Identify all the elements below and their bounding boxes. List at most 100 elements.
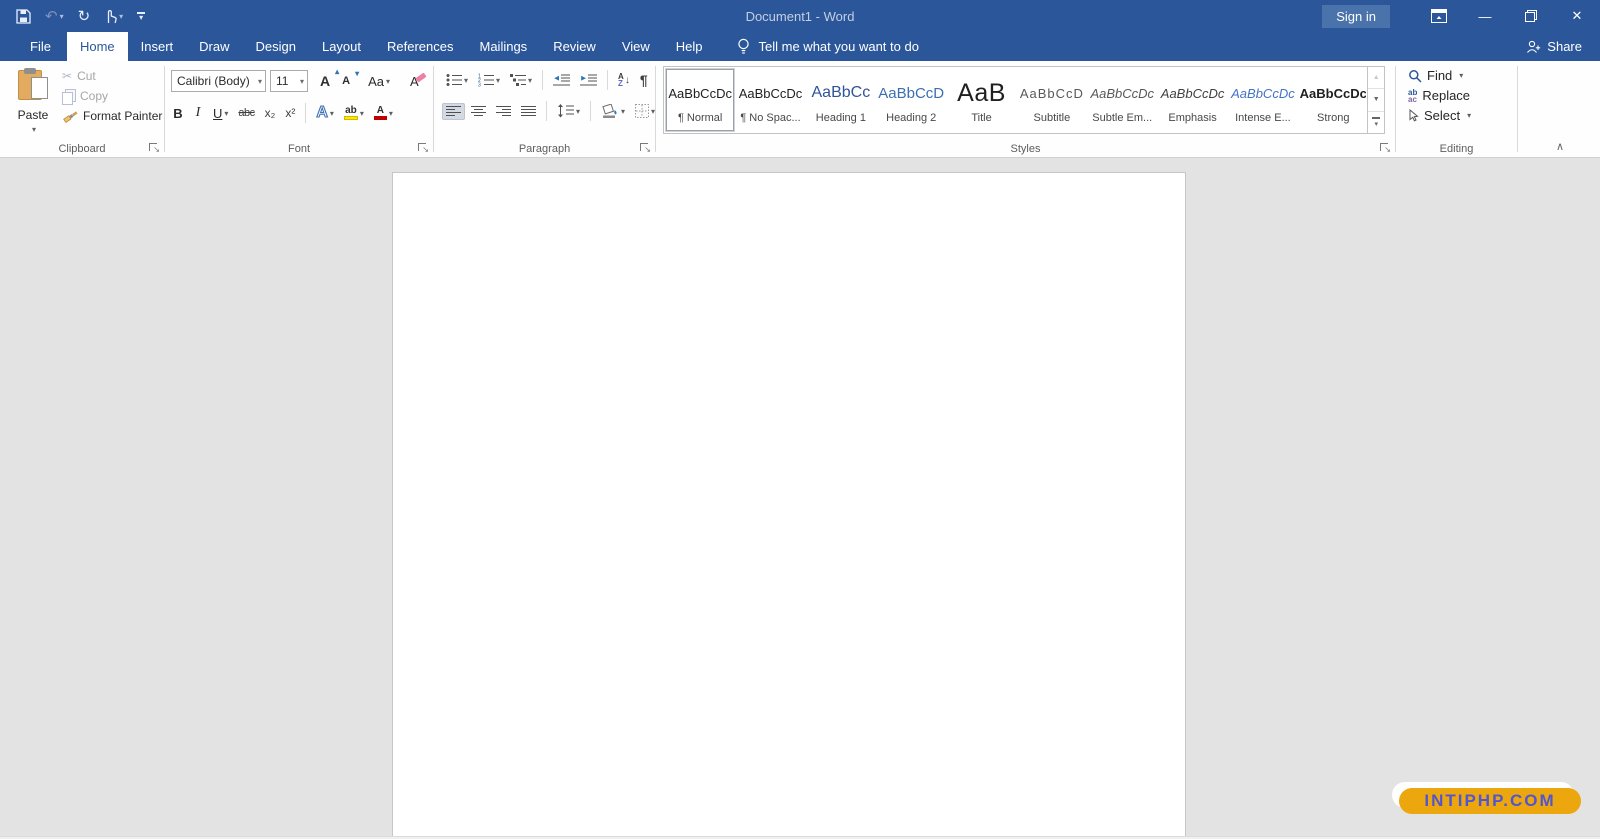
numbering-icon: 123 <box>478 73 495 87</box>
bullets-button[interactable]: ▾ <box>442 70 472 90</box>
tab-mailings[interactable]: Mailings <box>467 32 541 61</box>
justify-button[interactable] <box>517 103 540 120</box>
replace-button[interactable]: ab ac Replace <box>1408 88 1471 103</box>
minimize-button[interactable]: — <box>1462 0 1508 32</box>
undo-caret-icon: ▾ <box>59 11 64 21</box>
align-center-button[interactable] <box>467 103 490 120</box>
font-size-caret-icon: ▾ <box>299 76 304 86</box>
superscript-button[interactable]: x² <box>281 103 299 123</box>
italic-button[interactable]: I <box>189 102 207 124</box>
font-dialog-launcher[interactable]: ↘ <box>417 142 429 154</box>
separator <box>305 103 307 123</box>
touch-mode-icon <box>108 10 117 24</box>
paragraph-group-label: Paragraph <box>518 143 571 155</box>
tab-help[interactable]: Help <box>663 32 716 61</box>
tab-review[interactable]: Review <box>540 32 609 61</box>
align-left-button[interactable] <box>442 102 465 120</box>
style-strong[interactable]: AaBbCcDc Strong <box>1299 69 1367 131</box>
subscript-button[interactable]: x₂ <box>261 103 280 123</box>
format-painter-button[interactable]: Format Painter <box>62 109 162 123</box>
show-hide-formatting-button[interactable]: ¶ <box>636 69 652 91</box>
tab-draw[interactable]: Draw <box>186 32 242 61</box>
style-heading-2[interactable]: AaBbCcD Heading 2 <box>877 69 945 131</box>
redo-button[interactable]: ↻ <box>78 7 91 25</box>
scissors-icon: ✂ <box>62 69 73 83</box>
underline-caret-icon: ▾ <box>224 108 229 118</box>
align-right-button[interactable] <box>492 103 515 120</box>
select-button[interactable]: Select ▾ <box>1408 108 1471 123</box>
increase-font-size-button[interactable]: A ▴ <box>316 67 339 92</box>
paragraph-dialog-launcher[interactable]: ↘ <box>639 142 651 154</box>
font-size-combobox[interactable]: 11 ▾ <box>270 70 308 92</box>
touch-mouse-mode-button[interactable]: ▾ <box>104 8 123 24</box>
style-no-spacing[interactable]: AaBbCcDc ¶ No Spac... <box>736 69 804 131</box>
tab-design[interactable]: Design <box>243 32 309 61</box>
style-intense-emphasis[interactable]: AaBbCcDc Intense E... <box>1229 69 1297 131</box>
tab-insert[interactable]: Insert <box>128 32 187 61</box>
tab-file[interactable]: File <box>14 32 67 61</box>
change-case-button[interactable]: Aa ▾ <box>364 71 394 92</box>
ribbon: Paste ▾ ✂ Cut Copy Format Painter Clipbo… <box>0 61 1600 158</box>
share-button[interactable]: Share <box>1526 32 1582 61</box>
sign-in-button[interactable]: Sign in <box>1322 4 1390 28</box>
decrease-font-size-button[interactable]: A ▾ <box>338 69 359 90</box>
style-emphasis[interactable]: AaBbCcDc Emphasis <box>1158 69 1226 131</box>
paragraph-row-1: ▾ 123 ▾ ▾ A Z ↓ ¶ <box>442 69 652 91</box>
styles-dialog-launcher[interactable]: ↘ <box>1379 142 1391 154</box>
multilevel-list-button[interactable]: ▾ <box>506 70 536 90</box>
paste-button[interactable]: Paste ▾ <box>8 66 58 150</box>
watermark-badge: INTIPHP.COM <box>1399 788 1581 814</box>
styles-scroll-up-button[interactable]: ▲ <box>1368 67 1385 90</box>
tab-layout[interactable]: Layout <box>309 32 374 61</box>
tab-home[interactable]: Home <box>66 32 128 61</box>
save-button[interactable] <box>16 8 31 24</box>
font-family-caret-icon: ▾ <box>257 76 262 86</box>
tell-me-search[interactable]: Tell me what you want to do <box>736 32 919 61</box>
font-row-2: B I U ▾ abc x₂ x² A ▾ ab ▾ A ▾ <box>169 101 397 125</box>
format-painter-brush-icon <box>63 111 78 123</box>
close-button[interactable]: ✕ <box>1554 0 1600 32</box>
font-family-combobox[interactable]: Calibri (Body) ▾ <box>171 70 266 92</box>
styles-gallery: AaBbCcDc ¶ Normal AaBbCcDc ¶ No Spac... … <box>663 66 1385 134</box>
decrease-indent-button[interactable] <box>549 70 574 90</box>
editing-group: Find ▾ ab ac Replace Select ▾ Editing <box>1396 61 1517 157</box>
paste-clipboard-icon <box>18 68 48 102</box>
undo-button[interactable]: ↶ ▾ <box>45 7 64 25</box>
style-subtle-emphasis[interactable]: AaBbCcDc Subtle Em... <box>1088 69 1156 131</box>
line-spacing-button[interactable]: ▾ <box>553 101 584 121</box>
ribbon-display-options-button[interactable] <box>1416 0 1462 32</box>
strikethrough-button[interactable]: abc <box>234 104 258 122</box>
style-subtitle[interactable]: AaBbCcD Subtitle <box>1018 69 1086 131</box>
font-color-button[interactable]: A ▾ <box>370 103 397 123</box>
font-group-label: Font <box>287 143 310 155</box>
text-highlight-color-button[interactable]: ab ▾ <box>340 103 368 123</box>
find-button[interactable]: Find ▾ <box>1408 68 1471 83</box>
style-normal[interactable]: AaBbCcDc ¶ Normal <box>666 69 735 131</box>
shading-button[interactable]: ▾ <box>597 101 629 121</box>
cut-button[interactable]: ✂ Cut <box>62 69 162 83</box>
bold-button[interactable]: B <box>169 103 187 124</box>
styles-group-label: Styles <box>1010 143 1041 155</box>
text-effects-button[interactable]: A ▾ <box>312 101 338 125</box>
borders-icon <box>635 104 650 118</box>
increase-indent-button[interactable] <box>576 70 601 90</box>
tab-view[interactable]: View <box>609 32 663 61</box>
copy-button[interactable]: Copy <box>62 89 162 105</box>
style-heading-1[interactable]: AaBbCc Heading 1 <box>807 69 875 131</box>
styles-more-button[interactable]: ▾ <box>1368 112 1384 133</box>
replace-icon: ab ac <box>1408 87 1418 104</box>
tab-references[interactable]: References <box>374 32 466 61</box>
collapse-ribbon-button[interactable]: ∧ <box>1556 140 1564 153</box>
clear-formatting-button[interactable]: A <box>406 71 430 92</box>
customize-qat-button[interactable]: ▾ <box>137 12 146 21</box>
clipboard-dialog-launcher[interactable]: ↘ <box>148 142 160 154</box>
align-center-icon <box>471 105 486 117</box>
style-title[interactable]: AaB Title <box>947 69 1015 131</box>
sort-button[interactable]: A Z ↓ <box>614 70 634 90</box>
numbering-button[interactable]: 123 ▾ <box>474 70 504 90</box>
document-page[interactable] <box>392 172 1186 839</box>
underline-button[interactable]: U ▾ <box>209 103 232 124</box>
restore-button[interactable] <box>1508 0 1554 32</box>
styles-scroll-down-button[interactable]: ▼ <box>1368 89 1385 112</box>
shading-bucket-icon <box>602 104 617 118</box>
